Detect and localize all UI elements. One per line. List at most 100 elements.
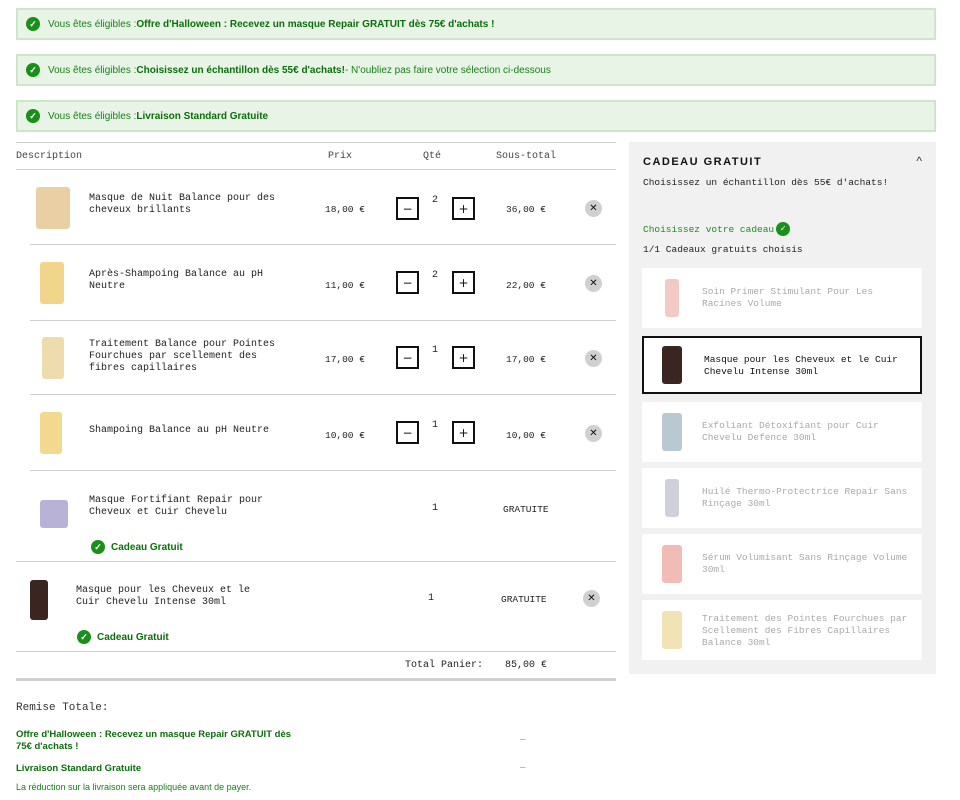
header-subtotal: Sous-total [496,151,557,162]
qty-value: 2 [431,195,438,206]
product-subtotal: GRATUITE [501,594,547,605]
choose-gift-text: Choisissez votre cadeau [643,223,775,235]
eligibility-banner-shipping: ✓ Vous êtes éligibles : Livraison Standa… [16,100,936,132]
choose-gift-label: Choisissez votre cadeau ✓ [643,222,791,236]
qty-decrease-button[interactable]: − [396,346,419,369]
header-qty: Qté [423,151,442,162]
check-circle-icon: ✓ [77,630,91,644]
product-name[interactable]: Shampoing Balance au pH Neutre [89,425,299,437]
product-price: 10,00 € [325,430,365,441]
check-circle-icon: ✓ [776,222,791,236]
qty-increase-button[interactable]: + [452,346,475,369]
remove-item-icon[interactable]: ✕ [585,350,602,367]
qty-decrease-button[interactable]: − [396,271,419,294]
remove-item-icon[interactable]: ✕ [585,200,602,217]
product-thumbnail[interactable] [30,580,48,620]
banner-prefix: Vous êtes éligibles : [48,64,137,76]
product-thumbnail[interactable] [40,500,68,528]
free-gift-tag: ✓ Cadeau Gratuit [91,540,183,554]
divider [16,142,616,143]
gift-count: 1/1 Cadeaux gratuits choisis [643,244,803,255]
banner-offer: Choisissez un échantillon dès 55€ d'acha… [136,64,345,76]
divider [30,470,616,471]
gift-thumbnail [662,346,682,384]
gift-thumbnail [665,279,679,317]
check-circle-icon: ✓ [26,63,40,77]
product-subtotal: 22,00 € [506,280,546,291]
remove-item-icon[interactable]: ✕ [585,275,602,292]
banner-prefix: Vous êtes éligibles : [48,110,137,122]
qty-increase-button[interactable]: + [452,197,475,220]
gift-option[interactable]: Exfoliant Détoxifiant pour Cuir Chevelu … [642,402,922,462]
gift-option[interactable]: Sérum Volumisant Sans Rinçage Volume 30m… [642,534,922,594]
qty-increase-button[interactable]: + [452,271,475,294]
discount-value: – [520,762,526,773]
gift-option[interactable]: Traitement des Pointes Fourchues par Sce… [642,600,922,660]
qty-value: 1 [431,345,438,356]
free-gift-tag: ✓ Cadeau Gratuit [77,630,169,644]
product-subtotal: 10,00 € [506,430,546,441]
remove-item-icon[interactable]: ✕ [583,590,600,607]
qty-decrease-button[interactable]: − [396,421,419,444]
divider [30,394,616,395]
product-name[interactable]: Masque Fortifiant Repair pour Cheveux et… [89,495,279,519]
qty-increase-button[interactable]: + [452,421,475,444]
discount-halloween: Offre d'Halloween : Recevez un masque Re… [16,729,292,752]
product-thumbnail[interactable] [42,337,64,379]
header-price: Prix [328,151,353,162]
qty-decrease-button[interactable]: − [396,197,419,220]
eligibility-banner-sample: ✓ Vous êtes éligibles : Choisissez un éc… [16,54,936,86]
gift-option[interactable]: Huilé Thermo-Protectrice Repair Sans Rin… [642,468,922,528]
discount-value: – [520,734,526,745]
gift-option-selected[interactable]: Masque pour les Cheveux et le Cuir Cheve… [642,336,922,394]
collapse-chevron-icon[interactable]: ^ [916,154,922,168]
cart-total-label: Total Panier: [405,660,484,671]
product-name[interactable]: Masque pour les Cheveux et le Cuir Cheve… [76,585,276,609]
product-price: 18,00 € [325,204,365,215]
product-price: 11,00 € [325,280,365,291]
product-thumbnail[interactable] [36,187,70,229]
free-gift-label: Cadeau Gratuit [97,631,169,643]
product-name[interactable]: Traitement Balance pour Pointes Fourchue… [89,339,294,375]
free-gift-label: Cadeau Gratuit [111,541,183,553]
banner-offer: Offre d'Halloween : Recevez un masque Re… [136,18,495,30]
check-circle-icon: ✓ [26,17,40,31]
discount-title: Remise Totale: [16,702,109,714]
cart-total-value: 85,00 € [505,660,548,671]
banner-suffix: - N'oubliez pas faire votre sélection ci… [344,64,551,76]
gift-thumbnail [665,479,679,517]
divider [16,678,616,681]
gift-name: Huilé Thermo-Protectrice Repair Sans Rin… [702,486,908,509]
qty-value: 1 [431,503,438,514]
qty-value: 2 [431,270,438,281]
free-gift-panel: CADEAU GRATUIT ^ Choisissez un échantill… [629,142,936,674]
product-subtotal: GRATUITE [503,504,549,515]
product-price: 17,00 € [325,354,365,365]
gift-option[interactable]: Soin Primer Stimulant Pour Les Racines V… [642,268,922,328]
product-thumbnail[interactable] [40,412,62,454]
free-gift-title: CADEAU GRATUIT [643,156,763,168]
gift-name: Masque pour les Cheveux et le Cuir Cheve… [704,354,898,377]
divider [16,169,616,170]
eligibility-banner-halloween: ✓ Vous êtes éligibles : Offre d'Hallowee… [16,8,936,40]
banner-offer: Livraison Standard Gratuite [136,110,269,122]
product-name[interactable]: Masque de Nuit Balance pour des cheveux … [89,193,299,217]
check-circle-icon: ✓ [91,540,105,554]
gift-thumbnail [662,611,682,649]
product-subtotal: 17,00 € [506,354,546,365]
header-description: Description [16,151,83,162]
qty-value: 1 [427,593,434,604]
gift-thumbnail [662,545,682,583]
check-circle-icon: ✓ [26,109,40,123]
product-subtotal: 36,00 € [506,204,546,215]
gift-thumbnail [662,413,682,451]
remove-item-icon[interactable]: ✕ [585,425,602,442]
discount-shipping: Livraison Standard Gratuite [16,763,142,774]
qty-value: 1 [431,420,438,431]
gift-name: Exfoliant Détoxifiant pour Cuir Chevelu … [702,420,879,443]
product-thumbnail[interactable] [40,262,64,304]
product-name[interactable]: Après-Shampoing Balance au pH Neutre [89,269,269,293]
free-gift-subtitle: Choisissez un échantillon dès 55€ d'acha… [643,177,889,188]
gift-name: Traitement des Pointes Fourchues par Sce… [702,613,908,648]
gift-name: Sérum Volumisant Sans Rinçage Volume 30m… [702,552,908,575]
